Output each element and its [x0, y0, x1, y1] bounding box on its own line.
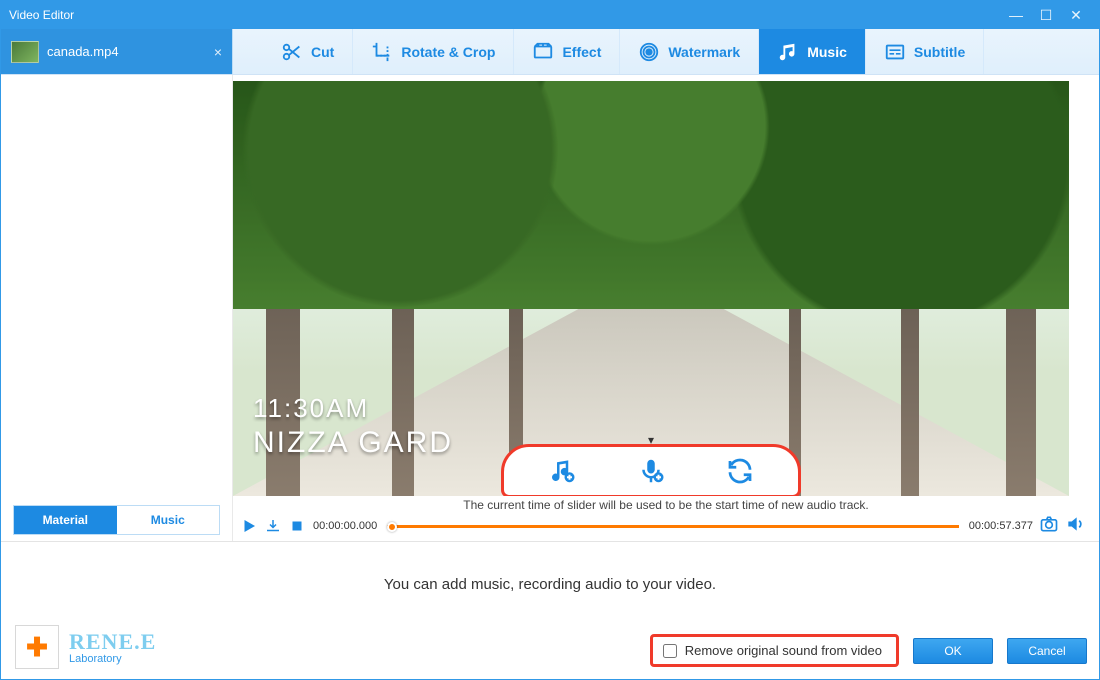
slider-thumb[interactable]	[387, 522, 397, 532]
file-close-icon[interactable]: ×	[214, 44, 222, 60]
subtitle-icon	[884, 41, 906, 63]
snapshot-button[interactable]	[1039, 514, 1059, 537]
time-end: 00:00:57.377	[969, 520, 1033, 532]
tab-cut[interactable]: Cut	[263, 29, 353, 74]
sidebar-tab-music[interactable]: Music	[117, 506, 220, 534]
music-note-icon	[777, 41, 799, 63]
main-area: Material Music 11:30AM NIZZA GARD ▾	[1, 75, 1099, 541]
video-overlay-text: 11:30AM NIZZA GARD	[253, 393, 453, 460]
tab-rotate-crop[interactable]: Rotate & Crop	[353, 29, 514, 74]
watermark-icon	[638, 41, 660, 63]
sidebar: Material Music	[1, 75, 233, 541]
close-button[interactable]: ✕	[1061, 6, 1091, 24]
minimize-button[interactable]: —	[1001, 6, 1031, 24]
sidebar-tab-material[interactable]: Material	[14, 506, 117, 534]
file-tab[interactable]: canada.mp4 ×	[1, 29, 233, 74]
record-audio-button[interactable]	[634, 454, 668, 488]
remove-sound-input[interactable]	[663, 644, 677, 658]
lower-controls: Remove original sound from video OK Canc…	[650, 634, 1087, 667]
stop-button[interactable]	[287, 516, 307, 536]
lower-message: You can add music, recording audio to yo…	[1, 576, 1099, 593]
export-frame-button[interactable]	[263, 516, 283, 536]
window-title: Video Editor	[9, 8, 1001, 22]
preview-stage[interactable]: 11:30AM NIZZA GARD ▾	[233, 81, 1069, 496]
tab-watermark[interactable]: Watermark	[620, 29, 759, 74]
play-button[interactable]	[239, 516, 259, 536]
scissors-icon	[281, 41, 303, 63]
playback-row: 00:00:00.000 00:00:57.377	[233, 512, 1099, 541]
music-action-bar: ▾	[501, 444, 801, 496]
tab-effect[interactable]: Effect	[514, 29, 620, 74]
logo-name: RENE.E	[69, 629, 156, 655]
logo-icon: ✚	[15, 625, 59, 669]
cancel-button[interactable]: Cancel	[1007, 638, 1087, 664]
titlebar: Video Editor — ☐ ✕	[1, 1, 1099, 29]
crop-rotate-icon	[371, 41, 393, 63]
maximize-button[interactable]: ☐	[1031, 6, 1061, 24]
time-start: 00:00:00.000	[313, 520, 377, 532]
sidebar-body	[1, 75, 232, 501]
file-name: canada.mp4	[47, 44, 119, 59]
video-frame: 11:30AM NIZZA GARD ▾	[233, 81, 1069, 496]
sidebar-tabs: Material Music	[13, 505, 220, 535]
replace-audio-button[interactable]	[723, 454, 757, 488]
remove-original-sound-checkbox[interactable]: Remove original sound from video	[650, 634, 899, 667]
effect-icon	[532, 41, 554, 63]
timeline-slider[interactable]	[387, 522, 959, 530]
file-thumbnail	[11, 41, 39, 63]
slider-hint: The current time of slider will be used …	[233, 496, 1099, 512]
chevron-down-icon[interactable]: ▾	[648, 433, 654, 447]
volume-button[interactable]	[1065, 514, 1085, 537]
toolbar: canada.mp4 × Cut Rotate & Crop Effect Wa…	[1, 29, 1099, 75]
brand-logo: ✚ RENE.E Laboratory	[15, 625, 156, 669]
preview-panel: 11:30AM NIZZA GARD ▾ The current time of…	[233, 75, 1099, 541]
tab-music[interactable]: Music	[759, 29, 866, 74]
ok-button[interactable]: OK	[913, 638, 993, 664]
add-music-button[interactable]	[545, 454, 579, 488]
lower-panel: You can add music, recording audio to yo…	[1, 541, 1099, 679]
tool-tabs: Cut Rotate & Crop Effect Watermark Music…	[233, 29, 1099, 74]
tab-subtitle[interactable]: Subtitle	[866, 29, 984, 74]
